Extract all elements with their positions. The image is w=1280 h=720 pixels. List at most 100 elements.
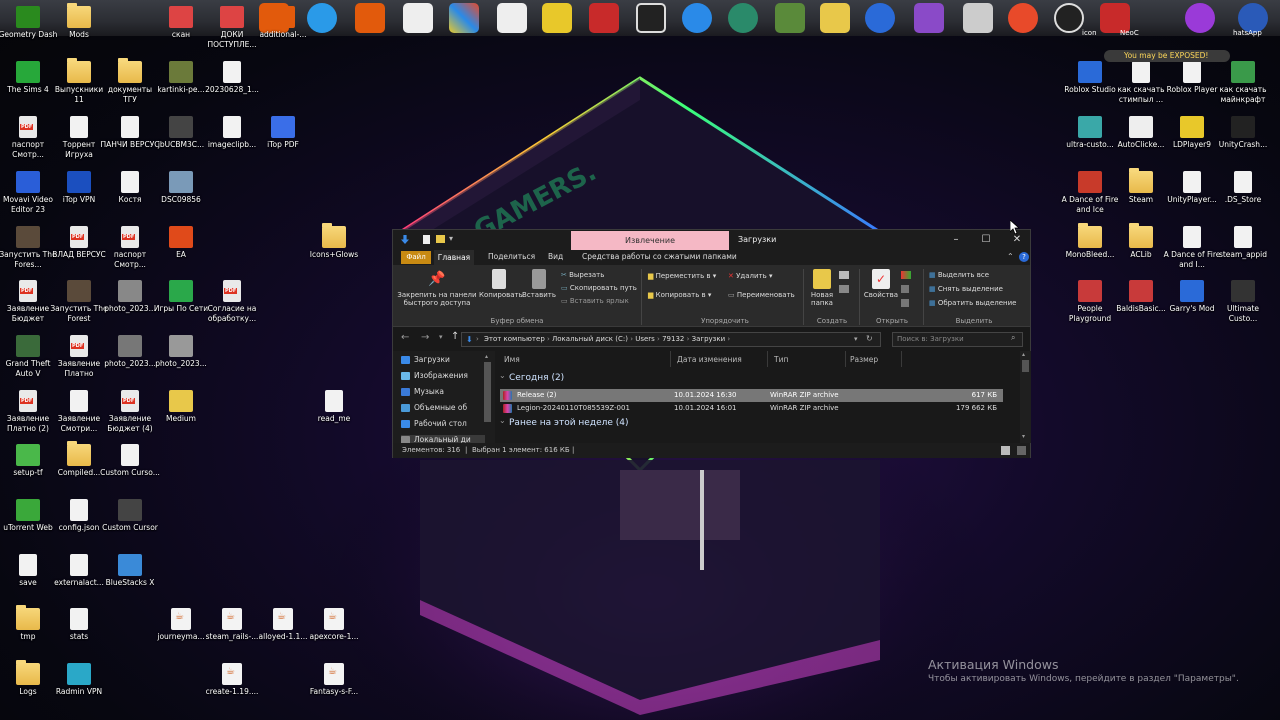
desktop-icon[interactable]: photo_2023... (103, 329, 157, 383)
desktop-icon[interactable]: Fantasy-s-F... (307, 657, 361, 711)
file-explorer-window[interactable]: ▾ Извлечение Загрузки – ☐ ✕ Файл Главная… (392, 229, 1031, 458)
desktop-icon[interactable]: apexcore-1... (307, 602, 361, 656)
tab-home[interactable]: Главная (434, 250, 474, 265)
desktop-icon[interactable]: Игры По Сети (154, 274, 208, 328)
forward-icon[interactable]: → (421, 332, 429, 343)
copy-to-button[interactable]: ▆ Копировать в ▾ (648, 291, 711, 300)
desktop-icon[interactable]: DSC09856 (154, 165, 208, 219)
nav-item[interactable]: Музыка (401, 387, 444, 396)
desktop-icon[interactable]: UnityPlayer... (1165, 165, 1219, 219)
desktop-icon[interactable]: Custom Curso... (100, 438, 160, 492)
folder-icon[interactable] (436, 235, 445, 243)
desktop-icon[interactable]: Торрент Игруха (52, 110, 106, 164)
desktop-icon[interactable]: externalact... (52, 548, 106, 602)
quick-access-icon[interactable] (401, 235, 409, 244)
column-header-date[interactable]: Дата изменения (677, 355, 742, 364)
desktop-icon[interactable]: Заявление Платно (2) (1, 384, 55, 438)
file-icon[interactable] (963, 3, 993, 33)
minecraft-icon[interactable] (775, 3, 805, 33)
file-row[interactable]: Release (2) 10.01.2024 16:30 WinRAR ZIP ar… (500, 389, 1003, 402)
desktop-icon[interactable]: AutoClicke... (1114, 110, 1168, 164)
new-folder-button[interactable]: Новая папка (805, 269, 839, 307)
desktop-icon[interactable]: Compiled... (52, 438, 106, 492)
desktop-icon[interactable]: ACLib (1114, 220, 1168, 274)
maximize-button[interactable]: ☐ (979, 233, 993, 247)
desktop-icon[interactable]: Icons+Glows (307, 220, 361, 274)
new-item-icon[interactable] (839, 271, 849, 279)
desktop-icon[interactable]: Garry's Mod (1165, 274, 1219, 328)
panda-icon[interactable] (636, 3, 666, 33)
history-icon[interactable] (901, 299, 909, 307)
column-header-type[interactable]: Тип (774, 355, 788, 364)
scroll-down-icon[interactable]: ▾ (1022, 433, 1025, 440)
desktop-icon[interactable]: ultra-custo... (1063, 110, 1117, 164)
geometry-dash-icon[interactable] (542, 3, 572, 33)
desktop-icon[interactable]: Steam (1114, 165, 1168, 219)
file-icon[interactable] (497, 3, 527, 33)
move-to-button[interactable]: ▆ Переместить в ▾ (648, 272, 716, 281)
desktop-icon[interactable]: journeyma... (154, 602, 208, 656)
desktop-icon[interactable]: ВЛАД ВЕРСУС (52, 220, 106, 274)
desktop-icon[interactable]: .DS_Store (1216, 165, 1270, 219)
recent-locations-icon[interactable]: ▾ (439, 333, 443, 341)
nav-scroll-up-icon[interactable]: ▴ (485, 353, 488, 360)
cut-button[interactable]: ✂ Вырезать (561, 271, 604, 280)
desktop-icon[interactable]: паспорт Смотр... (1, 110, 55, 164)
file-list-scrollbar[interactable]: ▴ ▾ (1020, 351, 1031, 443)
desktop-icon[interactable]: jbUCBM3C... (154, 110, 208, 164)
desktop-icon[interactable]: read_me (307, 384, 361, 438)
paste-shortcut-button[interactable]: ▭ Вставить ярлык (561, 297, 629, 306)
desktop-icon[interactable]: 20230628_1... (205, 55, 259, 109)
app-icon[interactable] (1185, 3, 1215, 33)
desktop-icon[interactable]: Mods (52, 0, 106, 54)
desktop-icon[interactable]: MonoBleed... (1063, 220, 1117, 274)
back-icon[interactable]: ← (401, 332, 409, 343)
zoom-icon[interactable] (682, 3, 712, 33)
taskbar-app-icon[interactable] (355, 3, 385, 33)
column-header-name[interactable]: Имя (504, 355, 520, 364)
invert-selection-button[interactable]: ▦ Обратить выделение (929, 299, 1016, 308)
desktop-icon[interactable]: steam_rails-... (205, 602, 259, 656)
tab-zip-tools[interactable]: Средства работы со сжатыми папками (582, 252, 737, 261)
desktop-icon[interactable]: setup-tf (1, 438, 55, 492)
tab-share[interactable]: Поделиться (488, 252, 535, 261)
column-divider[interactable] (670, 351, 671, 367)
nav-item[interactable]: Загрузки (401, 355, 450, 364)
desktop-icon[interactable]: additional-... (256, 0, 310, 54)
customize-arrow-icon[interactable]: ▾ (449, 234, 453, 243)
collapse-chevron-icon[interactable]: ⌄ (499, 416, 506, 425)
desktop-icon[interactable]: stats (52, 602, 106, 656)
column-divider[interactable] (767, 351, 768, 367)
nav-item[interactable]: Изображения (401, 371, 468, 380)
refresh-icon[interactable]: ↻ (866, 334, 873, 343)
scroll-thumb[interactable] (1022, 360, 1029, 372)
desktop-icon[interactable]: Выпускники 11 (52, 55, 106, 109)
desktop-icon[interactable]: Согласие на обработку... (205, 274, 259, 328)
desktop-icon[interactable]: Medium (154, 384, 208, 438)
delete-button[interactable]: ✕ Удалить ▾ (728, 272, 772, 281)
title-bar[interactable]: ▾ Извлечение Загрузки – ☐ ✕ (393, 230, 1030, 250)
column-header-size[interactable]: Размер (850, 355, 878, 364)
easy-access-icon[interactable] (839, 285, 849, 293)
desktop-icon[interactable]: Костя (103, 165, 157, 219)
address-bar[interactable]: ⬇ › Этот компьютер › Локальный диск (C:)… (461, 332, 881, 347)
desktop-icon[interactable]: документы ТГУ (103, 55, 157, 109)
select-all-button[interactable]: ▦ Выделить все (929, 271, 989, 280)
dota-icon[interactable] (589, 3, 619, 33)
paste-button[interactable]: Вставить (521, 269, 557, 299)
desktop-icon[interactable]: BaldisBasic... (1114, 274, 1168, 328)
up-icon[interactable]: ↑ (451, 331, 459, 342)
desktop-icon[interactable]: Заявление Платно (52, 329, 106, 383)
desktop-icon[interactable]: steam_appid (1216, 220, 1270, 274)
scroll-up-icon[interactable]: ▴ (1022, 351, 1025, 358)
desktop-icon[interactable]: Roblox Player (1165, 55, 1219, 109)
desktop-icon[interactable]: kartinki-pe... (154, 55, 208, 109)
desktop-icon[interactable]: Logs (1, 657, 55, 711)
edit-icon[interactable] (901, 285, 909, 293)
app-icon[interactable] (914, 3, 944, 33)
desktop-icon[interactable]: The Sims 4 (1, 55, 55, 109)
desktop-icon[interactable]: Geometry Dash (0, 0, 57, 54)
desktop-icon[interactable]: iTop VPN (52, 165, 106, 219)
collapse-ribbon-icon[interactable]: ⌃ (1007, 252, 1014, 261)
nav-item[interactable]: Рабочий стол (401, 419, 467, 428)
